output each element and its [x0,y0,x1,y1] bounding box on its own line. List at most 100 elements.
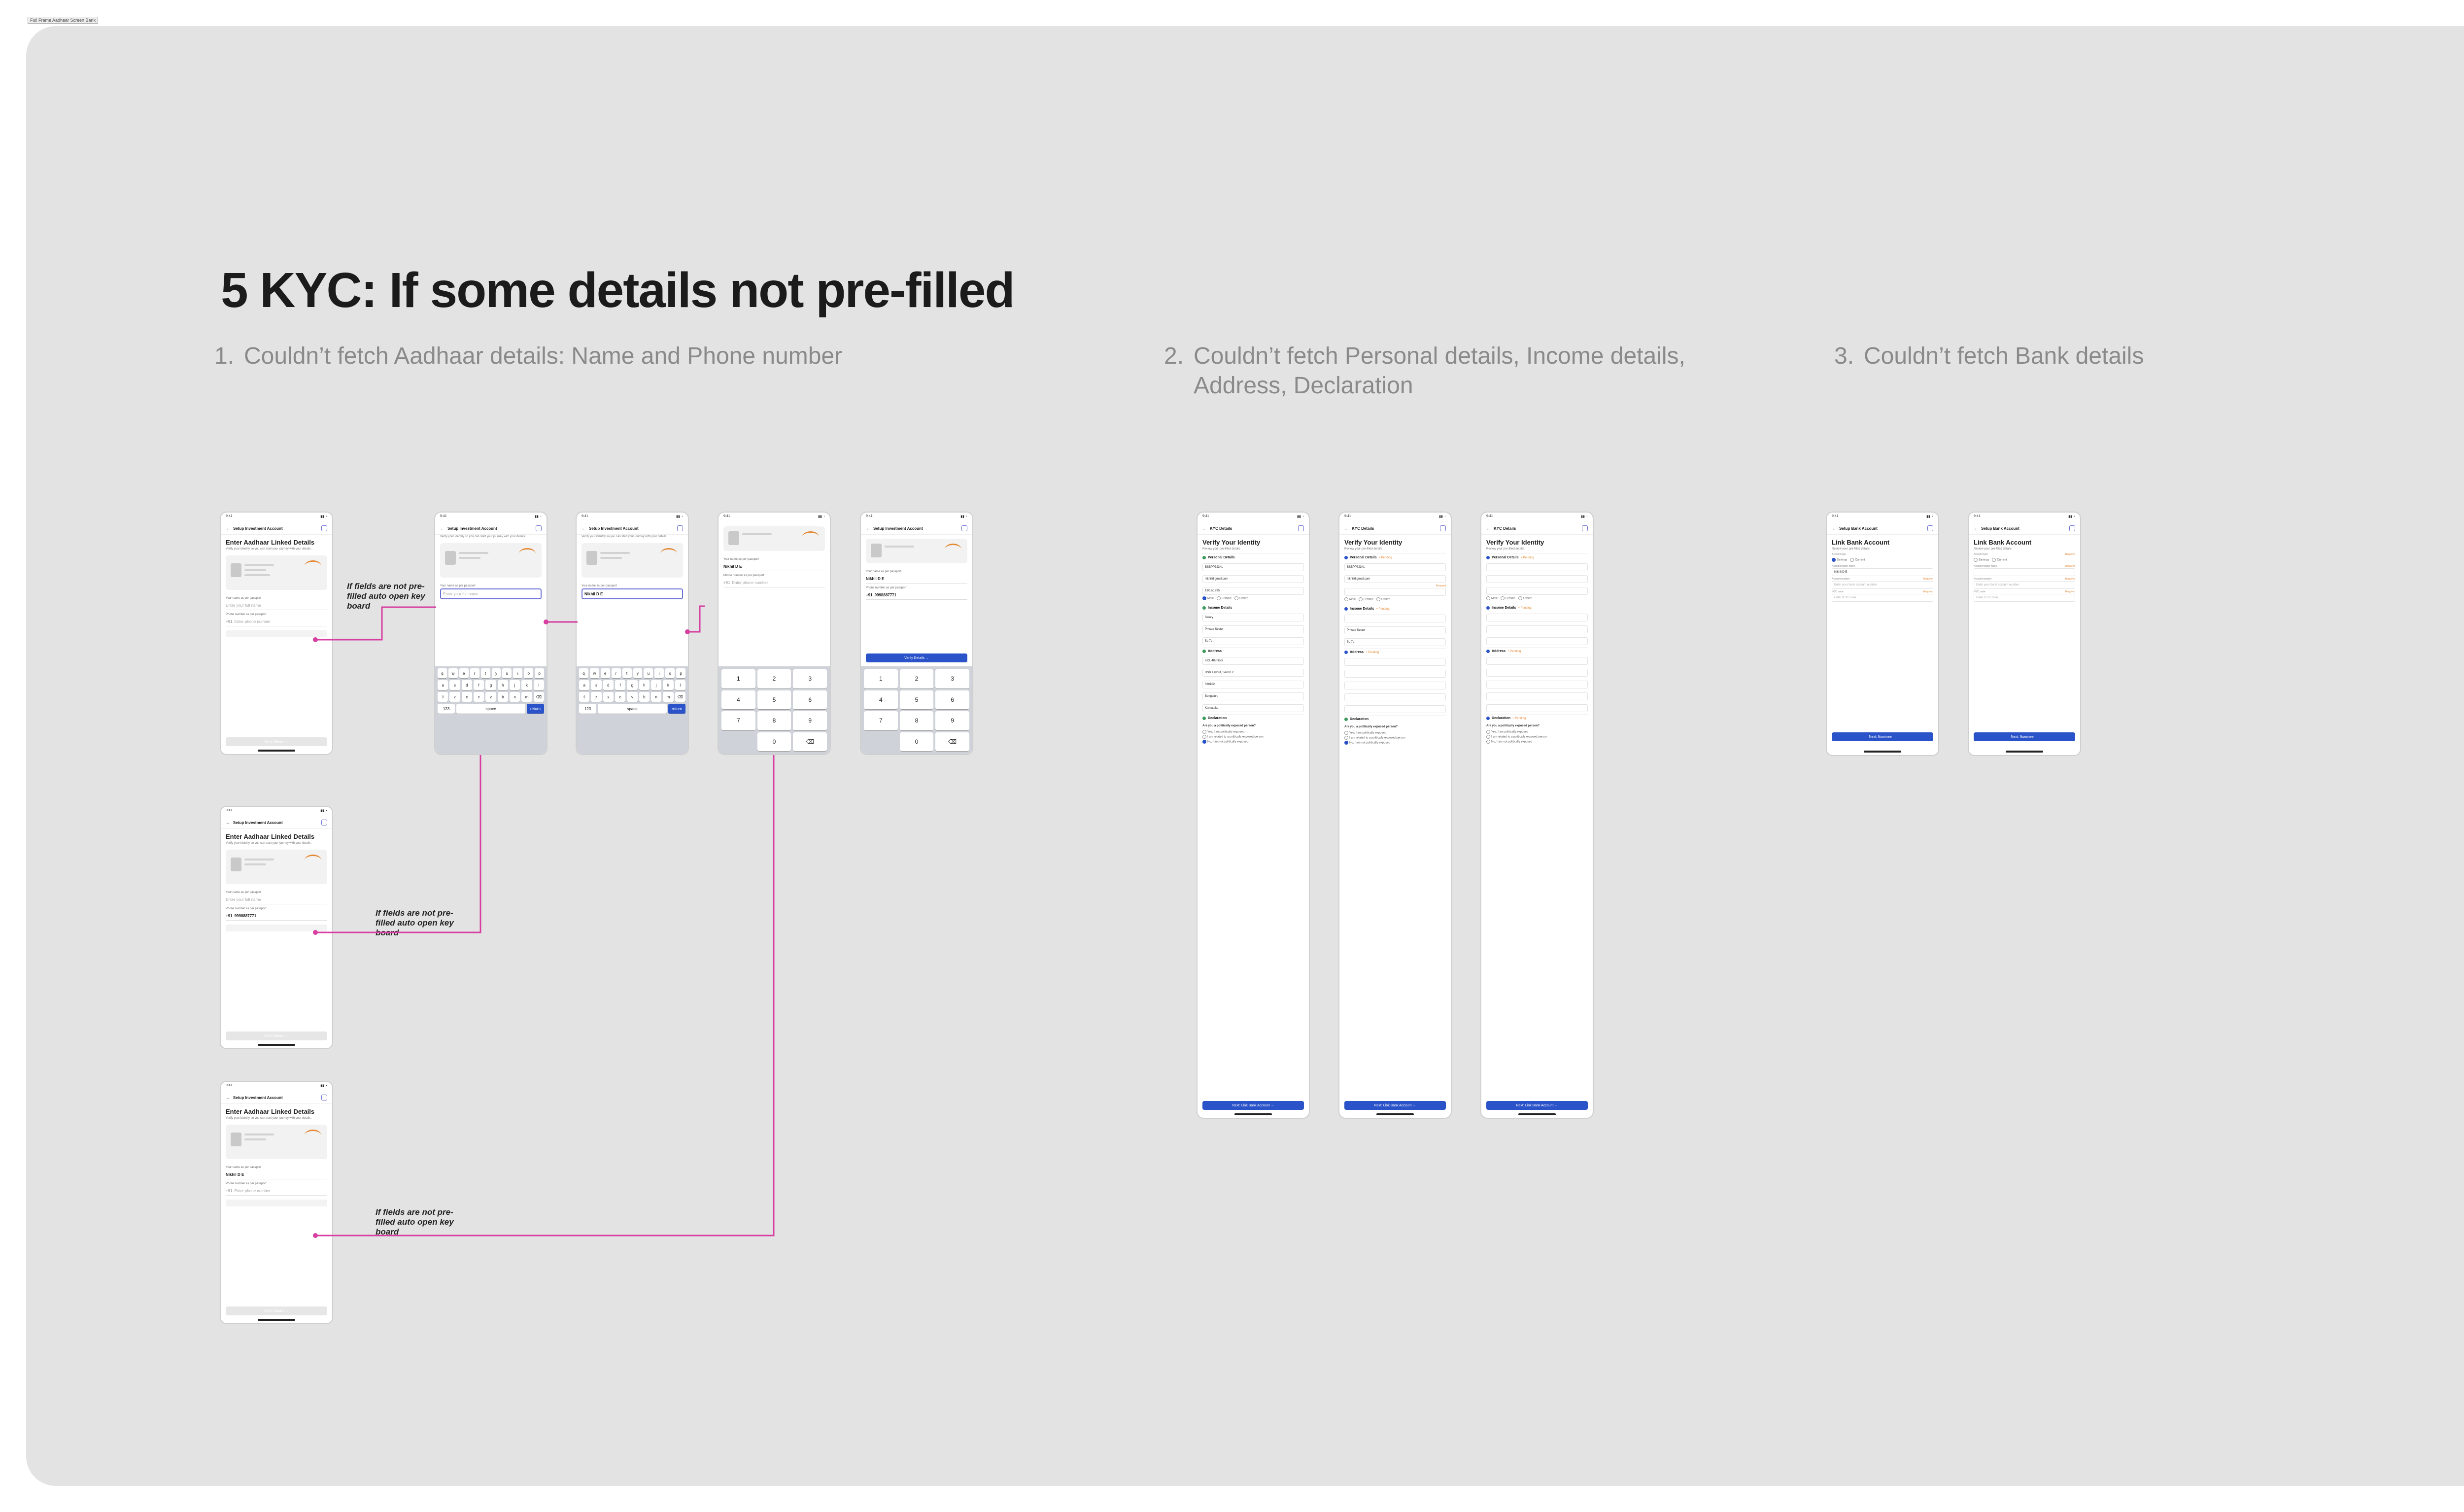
keyboard[interactable]: qwertyuiop asdfghjkl ⇧ z x c v b n m ⌫ 123 space r… [435,666,547,754]
declaration-section[interactable]: Declaration [1344,715,1446,723]
account-type-radio[interactable]: Savings Current [1827,556,1938,563]
address2-field[interactable] [1486,669,1588,677]
address2-field[interactable]: HSR Layout, Sector 2 [1202,669,1304,677]
numeric-keypad[interactable]: 1 2 3 4 5 6 7 8 9 0 ⌫ [719,666,830,754]
back-icon[interactable]: ← [226,1095,230,1100]
income-source-select[interactable] [1486,614,1588,621]
next-button[interactable]: Next: Nominee → [1832,732,1933,741]
gender-radio-group[interactable]: Male Female Others [1339,596,1451,603]
pincode-field[interactable] [1486,681,1588,688]
help-icon[interactable] [536,525,542,531]
personal-section[interactable]: Personal Details [1202,553,1304,561]
pan-field[interactable]: BSBPP7234L [1344,563,1446,571]
annual-income-select[interactable]: 5L-7L [1344,638,1446,646]
city-field[interactable] [1344,693,1446,701]
back-icon[interactable]: ← [866,526,870,531]
personal-section[interactable]: Personal Details + Pending [1486,553,1588,561]
address1-field[interactable]: #23, 4th Floor [1202,657,1304,665]
pep-radio-group[interactable]: Yes, I am politically exposed I am relate… [1339,729,1451,746]
back-icon[interactable]: ← [582,526,586,531]
verify-button-disabled[interactable]: Verify Details → [226,1031,327,1040]
address1-field[interactable] [1486,657,1588,665]
dob-field[interactable]: 18/12/1995 [1202,587,1304,595]
name-input[interactable]: Nikhil D E [723,562,825,571]
name-input[interactable]: Enter your full name [440,588,542,599]
state-field[interactable] [1344,705,1446,713]
account-number-field[interactable]: Enter your bank account number [1832,581,1933,589]
phone-input[interactable]: +91 Enter phone number [226,1186,327,1196]
income-source-select[interactable]: Salary [1202,614,1304,621]
verify-button[interactable]: Verify Details → [866,653,967,662]
back-icon[interactable]: ← [226,820,230,825]
occupation-select[interactable] [1486,625,1588,633]
phone-input[interactable]: +91 9998887771 [866,590,967,600]
help-icon[interactable] [1440,525,1446,531]
back-icon[interactable]: ← [440,526,445,531]
pan-field[interactable]: BSBPP7234L [1202,563,1304,571]
pincode-field[interactable] [1344,682,1446,689]
income-section[interactable]: Income Details + Pending [1486,604,1588,612]
income-source-select[interactable] [1344,615,1446,622]
numeric-keypad[interactable]: 1 2 3 4 5 6 7 8 9 0 ⌫ [861,666,972,754]
email-field[interactable]: nikhil@gmail.com [1202,575,1304,583]
next-button[interactable]: Next: Link Bank Account → [1344,1101,1446,1110]
account-number-field[interactable]: Enter your bank account number [1974,581,2075,589]
holder-field[interactable]: Nikhil D E [1832,568,1933,576]
state-field[interactable] [1486,704,1588,712]
back-icon[interactable]: ← [226,526,230,531]
help-icon[interactable] [1927,525,1933,531]
phone-input[interactable]: +91 Enter phone number [723,578,825,587]
help-icon[interactable] [321,1095,327,1100]
help-icon[interactable] [321,820,327,825]
name-input[interactable]: Nikhil D E [866,574,967,584]
city-field[interactable]: Bengaluru [1202,692,1304,700]
address-section[interactable]: Address + Pending [1344,648,1446,656]
annual-income-select[interactable]: 5L-7L [1202,637,1304,645]
income-section[interactable]: Income Details + Pending [1344,605,1446,613]
back-icon[interactable]: ← [1202,526,1207,531]
pan-field[interactable] [1486,563,1588,571]
address1-field[interactable] [1344,658,1446,666]
keyboard[interactable]: qwertyuiop asdfghjkl ⇧ z x c v b n m ⌫ 123 space r… [577,666,688,754]
email-field[interactable]: nikhil@gmail.com [1344,575,1446,583]
help-icon[interactable] [1582,525,1588,531]
occupation-select[interactable]: Private Sector [1344,626,1446,634]
verify-button-disabled[interactable]: Verify Details → [226,1306,327,1315]
ifsc-field[interactable]: Enter IFSC code [1832,594,1933,602]
next-button[interactable]: Next: Link Bank Account → [1202,1101,1304,1110]
ifsc-field[interactable]: Enter IFSC code [1974,594,2075,602]
email-field[interactable] [1486,575,1588,583]
declaration-section[interactable]: Declaration + Pending [1486,714,1588,722]
occupation-select[interactable]: Private Sector [1202,625,1304,633]
name-input[interactable]: Nikhil D E [226,1170,327,1179]
dob-field[interactable] [1344,588,1446,596]
city-field[interactable] [1486,692,1588,700]
back-icon[interactable]: ← [1344,526,1349,531]
help-icon[interactable] [961,525,967,531]
declaration-section[interactable]: Declaration [1202,714,1304,722]
annual-income-select[interactable] [1486,637,1588,645]
help-icon[interactable] [677,525,683,531]
address-section[interactable]: Address + Pending [1486,647,1588,655]
income-section[interactable]: Income Details [1202,604,1304,612]
next-button[interactable]: Next: Link Bank Account → [1486,1101,1588,1110]
pep-radio-group[interactable]: Yes, I am politically exposed I am relate… [1198,728,1309,745]
name-input[interactable]: Nikhil D E [582,588,683,599]
help-icon[interactable] [1298,525,1304,531]
help-icon[interactable] [321,525,327,531]
address-section[interactable]: Address [1202,647,1304,655]
help-icon[interactable] [2069,525,2075,531]
personal-section[interactable]: Personal Details + Pending [1344,553,1446,561]
name-input[interactable]: Enter your full name [226,601,327,610]
verify-button-disabled[interactable]: Verify Details → [226,737,327,746]
next-button[interactable]: Next: Nominee → [1974,732,2075,741]
account-type-radio[interactable]: Savings Current [1969,556,2080,563]
name-input[interactable]: Enter your full name [226,895,327,904]
gender-radio-group[interactable]: Male Female Others [1198,595,1309,602]
phone-input[interactable]: +91 9998887771 [226,911,327,921]
pep-radio-group[interactable]: Yes, I am politically exposed I am relate… [1481,728,1593,745]
holder-field[interactable] [1974,568,2075,576]
state-field[interactable]: Karnataka [1202,704,1304,712]
pincode-field[interactable]: 560102 [1202,681,1304,688]
gender-radio-group[interactable]: Male Female Others [1481,595,1593,602]
